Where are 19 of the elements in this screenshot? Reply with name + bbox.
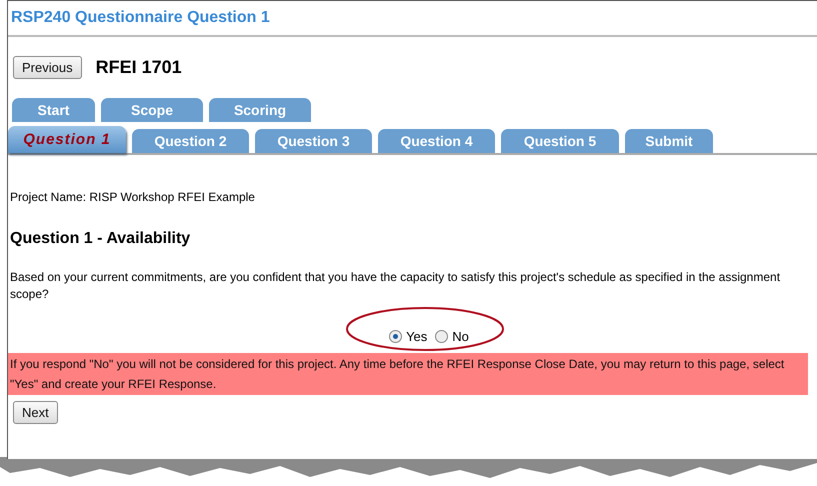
- next-button[interactable]: Next: [13, 401, 58, 424]
- previous-button[interactable]: Previous: [13, 56, 82, 79]
- rfei-number: RFEI 1701: [96, 57, 182, 78]
- warning-message: If you respond "No" you will not be considered for this project. Any time before the RFEI Response Close Date, you may return to this page, select "Yes" and create your RFEI Response.: [8, 353, 808, 395]
- tab[interactable]: Scope: [101, 98, 203, 122]
- question-text: Based on your current commitments, are you confident that you have the capacity to satisfy this project's schedule as specified in the assignment scope?: [10, 269, 782, 303]
- project-name: Project Name: RISP Workshop RFEI Example: [10, 190, 256, 204]
- radio-option[interactable]: Yes: [389, 325, 428, 347]
- tab[interactable]: Question 4: [378, 129, 495, 153]
- tab[interactable]: Question 1: [8, 126, 126, 153]
- tab[interactable]: Submit: [625, 129, 713, 153]
- tab[interactable]: Question 5: [501, 129, 619, 153]
- question-heading: Question 1 - Availability: [10, 230, 192, 248]
- tab[interactable]: Question 3: [255, 129, 372, 153]
- tab[interactable]: Scoring: [209, 98, 311, 122]
- tab[interactable]: Question 2: [132, 129, 249, 153]
- tab[interactable]: Start: [12, 98, 95, 122]
- radio-option[interactable]: No: [435, 325, 469, 347]
- page-title: RSP240 Questionnaire Question 1: [10, 8, 271, 28]
